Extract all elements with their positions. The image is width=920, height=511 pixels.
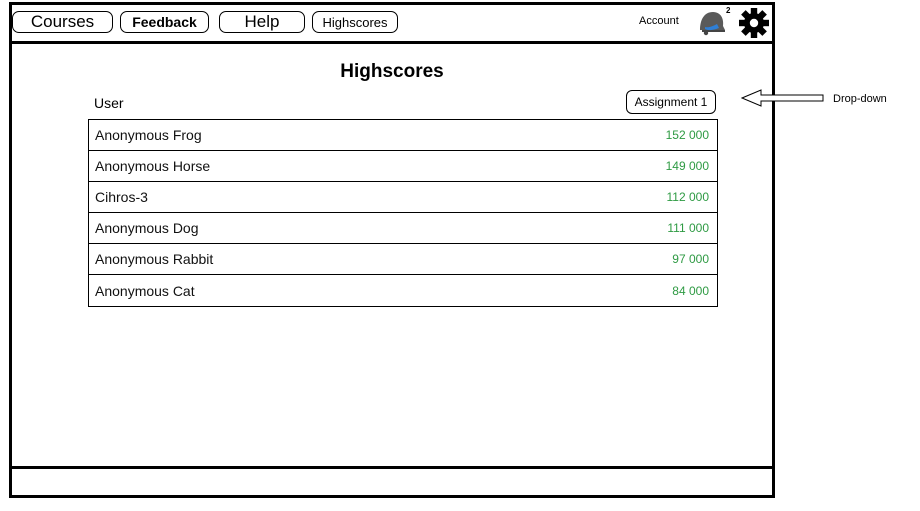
nav-feedback-button[interactable]: Feedback xyxy=(120,11,209,33)
table-row: Anonymous Frog 152 000 xyxy=(89,120,717,151)
page-title: Highscores xyxy=(340,61,444,82)
account-link[interactable]: Account xyxy=(639,15,679,27)
table-row: Cihros-3 112 000 xyxy=(89,182,717,213)
user-name: Cihros-3 xyxy=(95,189,148,205)
user-score: 84 000 xyxy=(672,283,709,298)
nav-help-button[interactable]: Help xyxy=(219,11,305,33)
footer-divider xyxy=(12,466,772,469)
app-frame: Courses Feedback Help Highscores Account… xyxy=(9,2,775,498)
top-nav-bar: Courses Feedback Help Highscores Account… xyxy=(12,5,772,44)
user-score: 149 000 xyxy=(665,159,709,173)
user-score: 97 000 xyxy=(672,252,709,266)
notification-badge: 2 xyxy=(726,6,731,15)
user-column-header: User xyxy=(94,95,124,111)
highscore-table: Anonymous Frog 152 000 Anonymous Horse 1… xyxy=(88,119,718,307)
user-score: 112 000 xyxy=(666,190,710,204)
table-row: Anonymous Dog 111 000 xyxy=(89,213,717,244)
gear-icon[interactable] xyxy=(738,7,770,39)
annotation-arrow-icon xyxy=(741,89,824,107)
user-score: 152 000 xyxy=(665,128,709,142)
nav-courses-button[interactable]: Courses xyxy=(12,11,113,33)
table-row: Anonymous Rabbit 97 000 xyxy=(89,244,717,275)
table-row: Anonymous Horse 149 000 xyxy=(89,151,717,182)
bell-icon[interactable] xyxy=(696,8,726,36)
user-name: Anonymous Horse xyxy=(95,158,211,174)
user-name: Anonymous Rabbit xyxy=(95,251,214,267)
main-content: Highscores User Assignment 1 Anonymous F… xyxy=(12,44,772,466)
nav-highscores-button[interactable]: Highscores xyxy=(312,11,398,33)
user-name: Anonymous Cat xyxy=(95,282,195,299)
annotation-label: Drop-down xyxy=(833,93,887,105)
user-score: 111 000 xyxy=(667,221,709,235)
table-row: Anonymous Cat 84 000 xyxy=(89,275,717,306)
user-name: Anonymous Dog xyxy=(95,220,199,236)
user-name: Anonymous Frog xyxy=(95,127,202,143)
assignment-dropdown[interactable]: Assignment 1 xyxy=(626,90,716,114)
